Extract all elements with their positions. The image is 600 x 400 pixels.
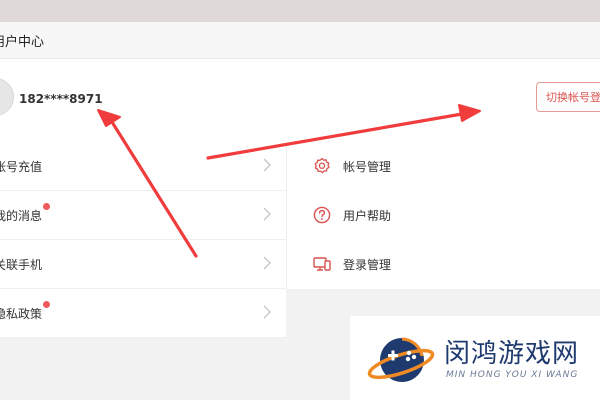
phone-number: 182****8971 bbox=[19, 92, 103, 106]
chevron-right-icon bbox=[263, 158, 271, 172]
menu-item-label: 帐号管理 bbox=[343, 160, 392, 174]
menu-item-account-management[interactable]: 帐号管理 bbox=[287, 142, 600, 191]
menu-item-link-phone[interactable]: 关联手机 bbox=[0, 240, 286, 289]
chevron-right-icon bbox=[263, 207, 271, 221]
menu-item-recharge[interactable]: 帐号充值 bbox=[0, 142, 286, 191]
gamepad-planet-logo bbox=[367, 337, 435, 382]
watermark: 闵鸿游戏网 MIN HONG YOU XI WANG bbox=[350, 316, 600, 400]
help-circle-icon bbox=[313, 206, 331, 224]
switch-account-button[interactable]: 切换帐号登 bbox=[536, 82, 600, 112]
top-status-bar bbox=[0, 0, 600, 22]
menu-item-label: 帐号充值 bbox=[0, 160, 43, 174]
user-info-row: 182****8971 切换帐号登 bbox=[0, 59, 600, 143]
gear-icon bbox=[314, 157, 330, 174]
chevron-right-icon bbox=[263, 256, 271, 270]
menu-item-label: 关联手机 bbox=[0, 258, 43, 272]
watermark-title: 闵鸿游戏网 bbox=[444, 339, 580, 369]
notification-dot bbox=[43, 203, 51, 210]
avatar[interactable] bbox=[0, 78, 14, 116]
watermark-subtitle: MIN HONG YOU XI WANG bbox=[446, 370, 579, 380]
menu-item-user-help[interactable]: 用户帮助 bbox=[287, 191, 600, 240]
right-menu: 帐号管理 用户帮助 登录管理 bbox=[287, 142, 600, 289]
devices-icon bbox=[313, 257, 331, 271]
menu-item-label: 我的消息 bbox=[0, 203, 51, 224]
menu-item-label: 隐私政策 bbox=[0, 301, 51, 322]
menu-item-label: 登录管理 bbox=[343, 258, 392, 272]
page-title: 用户中心 bbox=[0, 35, 45, 50]
left-menu: 帐号充值 我的消息 关联手机 隐私政策 bbox=[0, 142, 286, 338]
header: 用户中心 bbox=[0, 22, 600, 59]
menu-item-label: 用户帮助 bbox=[343, 209, 392, 223]
chevron-right-icon bbox=[263, 305, 271, 319]
menu-item-privacy[interactable]: 隐私政策 bbox=[0, 289, 286, 338]
menu-item-messages[interactable]: 我的消息 bbox=[0, 191, 286, 240]
notification-dot bbox=[43, 301, 51, 308]
menu-item-login-management[interactable]: 登录管理 bbox=[287, 240, 600, 289]
